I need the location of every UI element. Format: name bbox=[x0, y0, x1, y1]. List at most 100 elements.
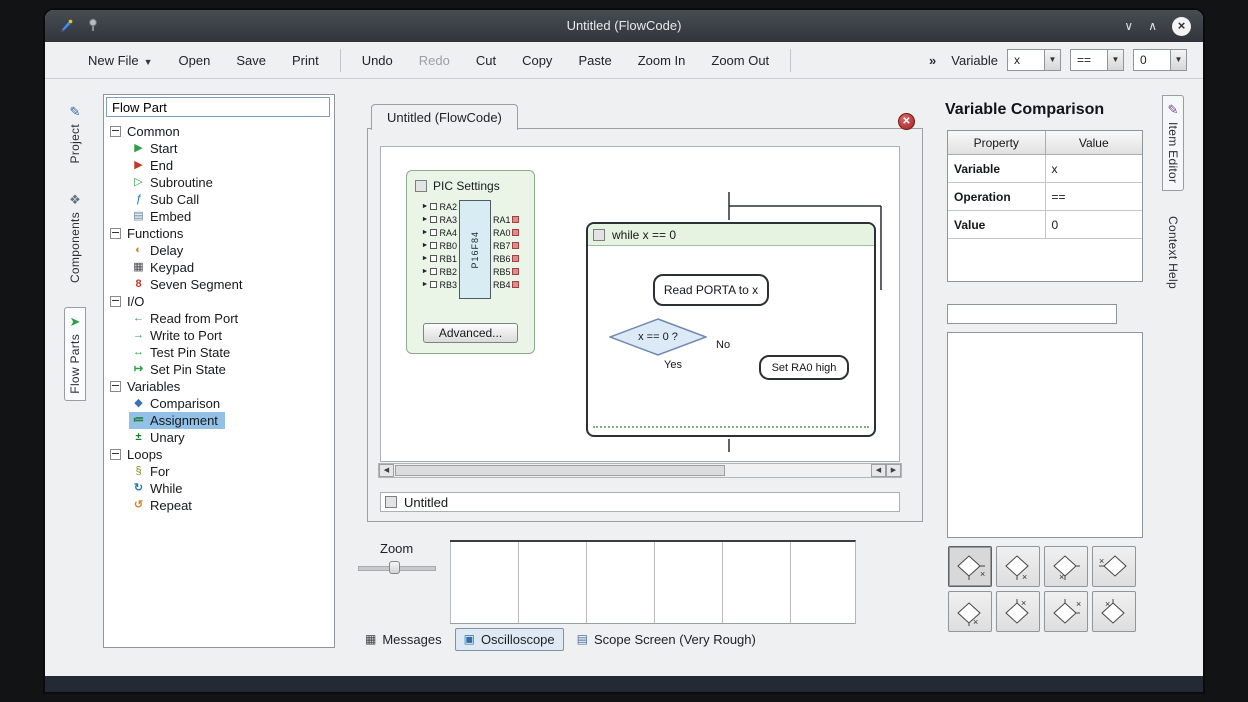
tree-group-functions[interactable]: Functions bbox=[107, 225, 332, 242]
scrollbar-thumb[interactable] bbox=[395, 465, 725, 476]
tree-group-label: I/O bbox=[127, 294, 144, 309]
property-value-cell[interactable]: 0 bbox=[1045, 211, 1142, 239]
collapse-icon[interactable] bbox=[110, 228, 121, 239]
scroll-left-button[interactable]: ◀ bbox=[379, 464, 394, 477]
tab-item-editor[interactable]: Item Editor bbox=[1162, 95, 1184, 191]
tree-item-delay[interactable]: Delay bbox=[129, 242, 190, 259]
zoom-slider[interactable] bbox=[358, 561, 436, 574]
end-icon bbox=[131, 157, 146, 174]
tree-group-variables[interactable]: Variables bbox=[107, 378, 332, 395]
operator-select[interactable]: == ▼ bbox=[1070, 49, 1124, 71]
set-ra0-node[interactable]: Set RA0 high bbox=[759, 355, 849, 380]
tree-item-seven-segment[interactable]: Seven Segment bbox=[129, 276, 250, 293]
tab-oscilloscope[interactable]: Oscilloscope bbox=[455, 628, 564, 651]
toolbar-overflow-button[interactable]: » bbox=[929, 53, 936, 68]
tab-messages[interactable]: Messages bbox=[357, 629, 450, 650]
horizontal-scrollbar[interactable]: ◀ ◀ ▶ bbox=[378, 463, 902, 478]
pic-settings-panel[interactable]: PIC Settings ►RA2 ►RA3 ►RA4 ►RB0 ►RB1 ►R… bbox=[406, 170, 535, 354]
comparison-template-button-5[interactable]: × bbox=[948, 591, 992, 632]
paste-button[interactable]: Paste bbox=[565, 46, 624, 75]
collapse-icon[interactable] bbox=[110, 126, 121, 137]
read-porta-node[interactable]: Read PORTA to x bbox=[653, 274, 769, 306]
collapse-icon[interactable] bbox=[110, 381, 121, 392]
collapse-icon[interactable] bbox=[110, 449, 121, 460]
tree-item-repeat[interactable]: Repeat bbox=[129, 497, 199, 514]
decision-diamond-icon: × bbox=[954, 598, 986, 626]
oscilloscope-display bbox=[450, 540, 856, 624]
tab-project[interactable]: Project bbox=[65, 98, 85, 170]
table-row[interactable]: Operation == bbox=[948, 183, 1142, 211]
chevron-down-icon[interactable]: ▼ bbox=[1170, 50, 1186, 70]
chevron-up-button[interactable]: ∧ bbox=[1148, 16, 1157, 36]
property-column-header: Property bbox=[948, 131, 1045, 155]
macro-tab-label: Untitled bbox=[404, 495, 448, 510]
zoom-out-button[interactable]: Zoom Out bbox=[698, 46, 782, 75]
tree-item-embed[interactable]: Embed bbox=[129, 208, 198, 225]
property-value-cell[interactable]: == bbox=[1045, 183, 1142, 211]
variable-select[interactable]: x ▼ bbox=[1007, 49, 1061, 71]
item-editor-list-box[interactable] bbox=[947, 332, 1143, 538]
tree-item-write-to-port[interactable]: Write to Port bbox=[129, 327, 229, 344]
tree-item-keypad[interactable]: Keypad bbox=[129, 259, 201, 276]
undo-button[interactable]: Undo bbox=[349, 46, 406, 75]
comparison-template-button-6[interactable]: × bbox=[996, 591, 1040, 632]
flow-part-filter-input[interactable] bbox=[106, 97, 330, 117]
tree-group-io[interactable]: I/O bbox=[107, 293, 332, 310]
comparison-template-button-4[interactable]: × bbox=[1092, 546, 1136, 587]
tree-group-common[interactable]: Common bbox=[107, 123, 332, 140]
tab-scope-screen[interactable]: Scope Screen (Very Rough) bbox=[569, 629, 764, 650]
tree-item-start[interactable]: Start bbox=[129, 140, 184, 157]
advanced-button[interactable]: Advanced... bbox=[423, 323, 518, 343]
comparison-template-button-1[interactable]: × bbox=[948, 546, 992, 587]
tree-group-loops[interactable]: Loops bbox=[107, 446, 332, 463]
pin-arrow-icon: ► bbox=[422, 281, 429, 288]
collapse-icon[interactable] bbox=[110, 296, 121, 307]
save-button[interactable]: Save bbox=[223, 46, 279, 75]
macro-tab-bar[interactable]: Untitled bbox=[380, 492, 900, 512]
tree-item-set-pin-state[interactable]: Set Pin State bbox=[129, 361, 233, 378]
tree-item-assignment[interactable]: Assignment bbox=[129, 412, 225, 429]
tree-item-end[interactable]: End bbox=[129, 157, 180, 174]
tree-item-while[interactable]: While bbox=[129, 480, 190, 497]
chevron-down-button[interactable]: ∨ bbox=[1124, 16, 1133, 36]
scroll-left-button[interactable]: ◀ bbox=[871, 464, 886, 477]
close-window-button[interactable]: × bbox=[1172, 17, 1191, 36]
tree-item-read-from-port[interactable]: Read from Port bbox=[129, 310, 245, 327]
zoom-in-button[interactable]: Zoom In bbox=[625, 46, 699, 75]
tree-item-for[interactable]: For bbox=[129, 463, 177, 480]
close-document-button[interactable]: ✕ bbox=[898, 113, 915, 130]
app-window: Untitled (FlowCode) ∨ ∧ × New File▼ Open… bbox=[45, 10, 1203, 692]
flowchart-canvas[interactable]: PIC Settings ►RA2 ►RA3 ►RA4 ►RB0 ►RB1 ►R… bbox=[380, 146, 900, 462]
open-button[interactable]: Open bbox=[166, 46, 224, 75]
comparison-template-button-7[interactable]: × bbox=[1044, 591, 1088, 632]
property-value-cell[interactable]: x bbox=[1045, 155, 1142, 183]
tree-item-test-pin-state[interactable]: Test Pin State bbox=[129, 344, 237, 361]
property-grid-header: Property Value bbox=[948, 131, 1142, 155]
tab-components[interactable]: Components bbox=[65, 186, 85, 290]
tree-item-unary[interactable]: Unary bbox=[129, 429, 192, 446]
cut-button[interactable]: Cut bbox=[463, 46, 509, 75]
chevron-down-icon[interactable]: ▼ bbox=[1044, 50, 1060, 70]
slider-thumb[interactable] bbox=[389, 561, 400, 574]
comparison-template-button-2[interactable]: × bbox=[996, 546, 1040, 587]
tree-item-subroutine[interactable]: Subroutine bbox=[129, 174, 220, 191]
tree-item-sub-call[interactable]: Sub Call bbox=[129, 191, 206, 208]
tab-flow-parts[interactable]: Flow Parts bbox=[64, 307, 86, 402]
comparison-template-button-8[interactable]: × bbox=[1092, 591, 1136, 632]
scroll-right-button[interactable]: ▶ bbox=[886, 464, 901, 477]
comparison-template-button-3[interactable]: × bbox=[1044, 546, 1088, 587]
item-editor-text-input[interactable] bbox=[947, 304, 1117, 324]
document-tab[interactable]: Untitled (FlowCode) bbox=[371, 104, 518, 130]
copy-button[interactable]: Copy bbox=[509, 46, 565, 75]
print-button[interactable]: Print bbox=[279, 46, 332, 75]
tree-group-label: Loops bbox=[127, 447, 162, 462]
tree-item-comparison[interactable]: Comparison bbox=[129, 395, 227, 412]
table-row[interactable]: Variable x bbox=[948, 155, 1142, 183]
table-row[interactable]: Value 0 bbox=[948, 211, 1142, 239]
chevron-down-icon[interactable]: ▼ bbox=[1107, 50, 1123, 70]
value-select[interactable]: 0 ▼ bbox=[1133, 49, 1187, 71]
tab-context-help[interactable]: Context Help bbox=[1163, 209, 1183, 296]
decision-node[interactable]: x == 0 ? bbox=[609, 318, 707, 356]
value-select-value: 0 bbox=[1134, 50, 1170, 70]
new-file-button[interactable]: New File▼ bbox=[75, 46, 166, 75]
